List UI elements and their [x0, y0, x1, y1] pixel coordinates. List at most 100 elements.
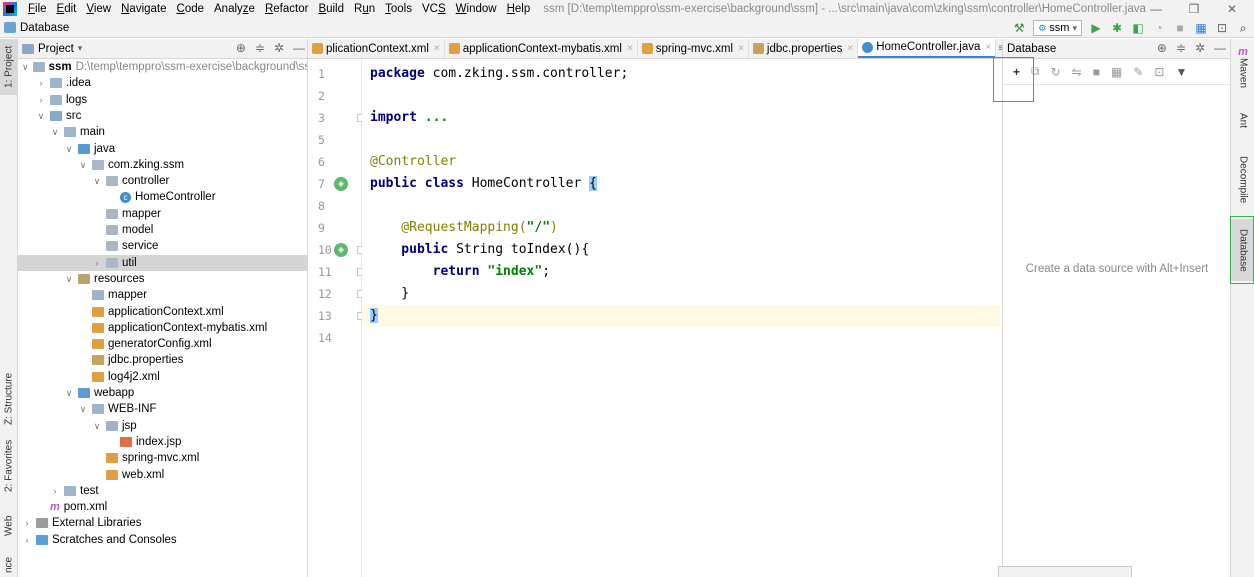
collapse-all-icon[interactable]: ≑ — [1176, 41, 1186, 55]
debug-icon[interactable]: ✱ — [1110, 21, 1124, 35]
expand-arrow-icon[interactable]: ∨ — [22, 59, 29, 75]
expand-arrow-icon[interactable]: ∨ — [64, 141, 74, 157]
menu-vcs[interactable]: VCS — [417, 3, 451, 15]
web-tool-tab[interactable]: Web — [0, 501, 18, 551]
expand-arrow-icon[interactable]: ∨ — [92, 418, 102, 434]
code-line[interactable]: @Controller — [362, 151, 1000, 173]
close-tab-icon[interactable]: × — [627, 43, 633, 54]
tree-item[interactable]: ∨ java — [18, 141, 307, 157]
tree-item[interactable]: ∨ controller — [18, 173, 307, 189]
console-icon[interactable]: ⊡ — [1154, 65, 1164, 79]
tree-item[interactable]: log4j2.xml — [18, 369, 307, 385]
expand-arrow-icon[interactable]: › — [36, 75, 46, 91]
menu-edit[interactable]: Edit — [52, 3, 82, 15]
collapse-all-icon[interactable]: ≑ — [255, 41, 265, 55]
code-line[interactable]: package com.zking.ssm.controller; — [362, 63, 1000, 85]
maximize-button[interactable]: ❐ — [1178, 0, 1210, 18]
run-icon[interactable]: ▶ — [1089, 21, 1103, 35]
maven-tool-tab[interactable]: m Maven — [1231, 41, 1254, 93]
tree-item[interactable]: ∨ WEB-INF — [18, 401, 307, 417]
profile-icon[interactable]: ◔ — [1152, 21, 1166, 35]
stop-icon[interactable]: ■ — [1093, 65, 1100, 79]
decompile-tool-tab[interactable]: Decompile — [1231, 147, 1254, 213]
editor-tab[interactable]: spring-mvc.xml × — [638, 39, 749, 58]
code-line[interactable]: import ... — [362, 107, 1000, 129]
edit-icon[interactable]: ✎ — [1133, 65, 1143, 79]
tree-item[interactable]: c HomeController — [18, 189, 307, 205]
menu-build[interactable]: Build — [313, 3, 349, 15]
editor-tab[interactable]: plicationContext.xml × — [308, 39, 445, 58]
menu-code[interactable]: Code — [172, 3, 210, 15]
close-window-button[interactable]: ✕ — [1216, 0, 1248, 18]
tree-item[interactable]: ∨ main — [18, 124, 307, 140]
code-line[interactable]: } — [362, 283, 1000, 305]
tree-item[interactable]: mapper — [18, 206, 307, 222]
code-line[interactable] — [362, 195, 1000, 217]
tree-item[interactable]: applicationContext.xml — [18, 304, 307, 320]
code-line[interactable]: public String toIndex(){ — [362, 239, 1000, 261]
menu-help[interactable]: Help — [502, 3, 536, 15]
chevron-down-icon[interactable]: ▾ — [78, 43, 83, 54]
menu-view[interactable]: View — [81, 3, 116, 15]
expand-arrow-icon[interactable]: ∨ — [78, 157, 88, 173]
close-tab-icon[interactable]: × — [434, 43, 440, 54]
tree-item[interactable]: mapper — [18, 287, 307, 303]
tree-item[interactable]: ∨ com.zking.ssm — [18, 157, 307, 173]
menu-run[interactable]: Run — [349, 3, 380, 15]
expand-arrow-icon[interactable]: ∨ — [50, 124, 60, 140]
table-icon[interactable]: ▦ — [1111, 65, 1122, 79]
spring-bean-icon[interactable]: ◈ — [334, 177, 348, 191]
tree-item[interactable]: ∨ webapp — [18, 385, 307, 401]
project-view-select[interactable]: Project — [38, 43, 74, 55]
code-line[interactable] — [362, 85, 1000, 107]
code-line[interactable]: } — [362, 305, 1000, 327]
favorites-tool-tab[interactable]: 2: Favorites — [0, 435, 18, 497]
run-coverage-icon[interactable]: ◧ — [1131, 21, 1145, 35]
tree-item[interactable]: ∨ jsp — [18, 418, 307, 434]
tree-item[interactable]: › Scratches and Consoles — [18, 532, 307, 548]
code-line[interactable]: return "index"; — [362, 261, 1000, 283]
menu-file[interactable]: File — [23, 3, 52, 15]
breadcrumb[interactable]: Database — [20, 22, 69, 34]
tree-item[interactable]: ∨ src — [18, 108, 307, 124]
close-tab-icon[interactable]: × — [847, 43, 853, 54]
editor-tab[interactable]: applicationContext-mybatis.xml × — [445, 39, 638, 58]
code-editor[interactable]: package com.zking.ssm.controller; import … — [362, 59, 1000, 577]
synchronize-icon[interactable]: ⇋ — [1072, 65, 1082, 79]
tree-item[interactable]: model — [18, 222, 307, 238]
expand-arrow-icon[interactable]: ∨ — [78, 401, 88, 417]
project-tool-tab[interactable]: 1: Project — [0, 39, 18, 95]
code-line[interactable] — [362, 129, 1000, 151]
tree-item[interactable]: spring-mvc.xml — [18, 450, 307, 466]
expand-arrow-icon[interactable]: › — [22, 532, 32, 548]
minimize-button[interactable]: — — [1140, 0, 1172, 18]
spring-bean-icon[interactable]: ◈ — [334, 243, 348, 257]
structure-tool-tab[interactable]: Z: Structure — [0, 363, 18, 435]
menu-navigate[interactable]: Navigate — [116, 3, 171, 15]
close-tab-icon[interactable]: × — [985, 42, 991, 53]
expand-arrow-icon[interactable]: › — [92, 255, 102, 271]
tree-item[interactable]: ∨ resources — [18, 271, 307, 287]
gear-icon[interactable]: ✲ — [274, 41, 284, 55]
locate-icon[interactable]: ⊕ — [1157, 41, 1167, 55]
tree-item[interactable]: jdbc.properties — [18, 352, 307, 368]
stop-icon[interactable]: ■ — [1173, 21, 1187, 35]
code-line[interactable]: public class HomeController { — [362, 173, 1000, 195]
tree-item[interactable]: m pom.xml — [18, 499, 307, 515]
refresh-icon[interactable]: ↻ — [1051, 65, 1061, 79]
filter-icon[interactable]: ▼ — [1175, 65, 1187, 79]
menu-tools[interactable]: Tools — [380, 3, 417, 15]
editor-tab[interactable]: jdbc.properties × — [749, 39, 859, 58]
menu-analyze[interactable]: Analyze — [209, 3, 260, 15]
expand-arrow-icon[interactable]: ∨ — [64, 385, 74, 401]
search-icon[interactable]: ⌕ — [1236, 21, 1250, 35]
tree-item[interactable]: › External Libraries — [18, 515, 307, 531]
services-tool-tab[interactable]: nce — [0, 553, 18, 577]
ant-tool-tab[interactable]: Ant — [1231, 101, 1254, 141]
tree-item[interactable]: index.jsp — [18, 434, 307, 450]
build-hammer-icon[interactable]: ⚒ — [1012, 21, 1026, 35]
tree-item[interactable]: › .idea — [18, 75, 307, 91]
tree-item[interactable]: applicationContext-mybatis.xml — [18, 320, 307, 336]
expand-arrow-icon[interactable]: ∨ — [64, 271, 74, 287]
tree-item[interactable]: › logs — [18, 92, 307, 108]
